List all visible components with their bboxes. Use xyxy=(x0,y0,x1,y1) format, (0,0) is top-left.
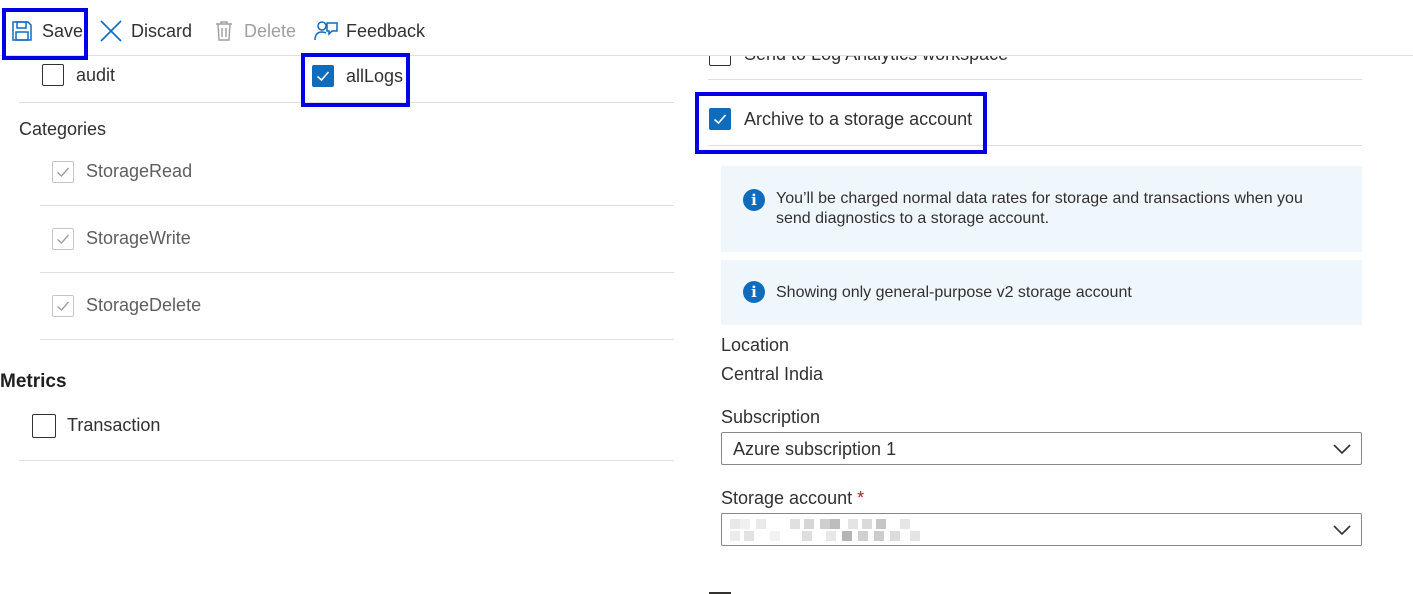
save-label: Save xyxy=(42,20,84,41)
feedback-button[interactable]: Feedback xyxy=(314,14,425,48)
metrics-title: Metrics xyxy=(0,371,67,392)
info-icon: i xyxy=(743,189,765,211)
audit-checkbox[interactable] xyxy=(42,64,64,86)
checkmark-icon xyxy=(57,234,70,244)
log-analytics-checkbox[interactable] xyxy=(709,56,731,66)
storage-account-dropdown[interactable] xyxy=(721,513,1362,546)
info-general-purpose-text: Showing only general-purpose v2 storage … xyxy=(776,284,1132,301)
location-value: Central India xyxy=(721,364,824,384)
alllogs-label: allLogs xyxy=(346,66,404,86)
checkmark-icon xyxy=(57,301,70,311)
subscription-dropdown[interactable]: Azure subscription 1 xyxy=(721,432,1362,465)
log-analytics-row: Send to Log Analytics workspace xyxy=(708,56,1368,68)
transaction-label: Transaction xyxy=(67,415,161,435)
categories-title: Categories xyxy=(19,119,107,139)
storagedelete-label: StorageDelete xyxy=(86,295,202,315)
save-icon xyxy=(12,21,32,41)
command-bar: Save Discard Delete Feedback xyxy=(0,0,1413,56)
archive-label: Archive to a storage account xyxy=(744,109,973,129)
audit-label: audit xyxy=(76,65,116,85)
divider xyxy=(40,205,674,206)
archive-checkbox[interactable] xyxy=(709,108,731,130)
required-marker: * xyxy=(857,488,865,508)
delete-button[interactable]: Delete xyxy=(212,14,296,48)
storageread-label: StorageRead xyxy=(86,161,193,181)
subscription-label: Subscription xyxy=(721,407,821,427)
chevron-down-icon xyxy=(1333,444,1351,455)
discard-label: Discard xyxy=(131,20,193,41)
save-button[interactable]: Save xyxy=(10,14,83,48)
alllogs-checkbox[interactable] xyxy=(312,65,334,87)
divider xyxy=(708,79,1362,80)
location-label: Location xyxy=(721,335,790,355)
info-icon: i xyxy=(743,281,765,303)
storagewrite-checkbox[interactable] xyxy=(52,228,74,250)
checkmark-icon xyxy=(57,167,70,177)
close-icon xyxy=(100,20,122,42)
storage-account-label-text: Storage account xyxy=(721,488,853,508)
info-bar-charges: i You’ll be charged normal data rates fo… xyxy=(721,166,1362,252)
log-analytics-label: Send to Log Analytics workspace xyxy=(744,56,1008,65)
storagewrite-label: StorageWrite xyxy=(86,228,191,248)
info-charges-text: You’ll be charged normal data rates for … xyxy=(776,190,1303,227)
subscription-value: Azure subscription 1 xyxy=(733,439,897,459)
delete-label: Delete xyxy=(244,20,297,41)
feedback-label: Feedback xyxy=(346,20,426,41)
divider xyxy=(19,460,674,461)
divider xyxy=(19,102,674,103)
trash-icon xyxy=(216,21,232,41)
chevron-down-icon xyxy=(1333,525,1351,536)
feedback-icon xyxy=(314,21,338,41)
divider xyxy=(40,339,674,340)
redacted-value xyxy=(730,519,930,543)
checkmark-icon xyxy=(316,71,330,82)
storage-account-label: Storage account * xyxy=(721,488,864,509)
divider xyxy=(708,145,1362,146)
storageread-checkbox[interactable] xyxy=(52,161,74,183)
divider xyxy=(40,272,674,273)
storagedelete-checkbox[interactable] xyxy=(52,295,74,317)
info-bar-general-purpose: i Showing only general-purpose v2 storag… xyxy=(721,260,1362,325)
checkmark-icon xyxy=(713,114,727,125)
transaction-checkbox[interactable] xyxy=(32,414,56,438)
discard-button[interactable]: Discard xyxy=(99,14,192,48)
